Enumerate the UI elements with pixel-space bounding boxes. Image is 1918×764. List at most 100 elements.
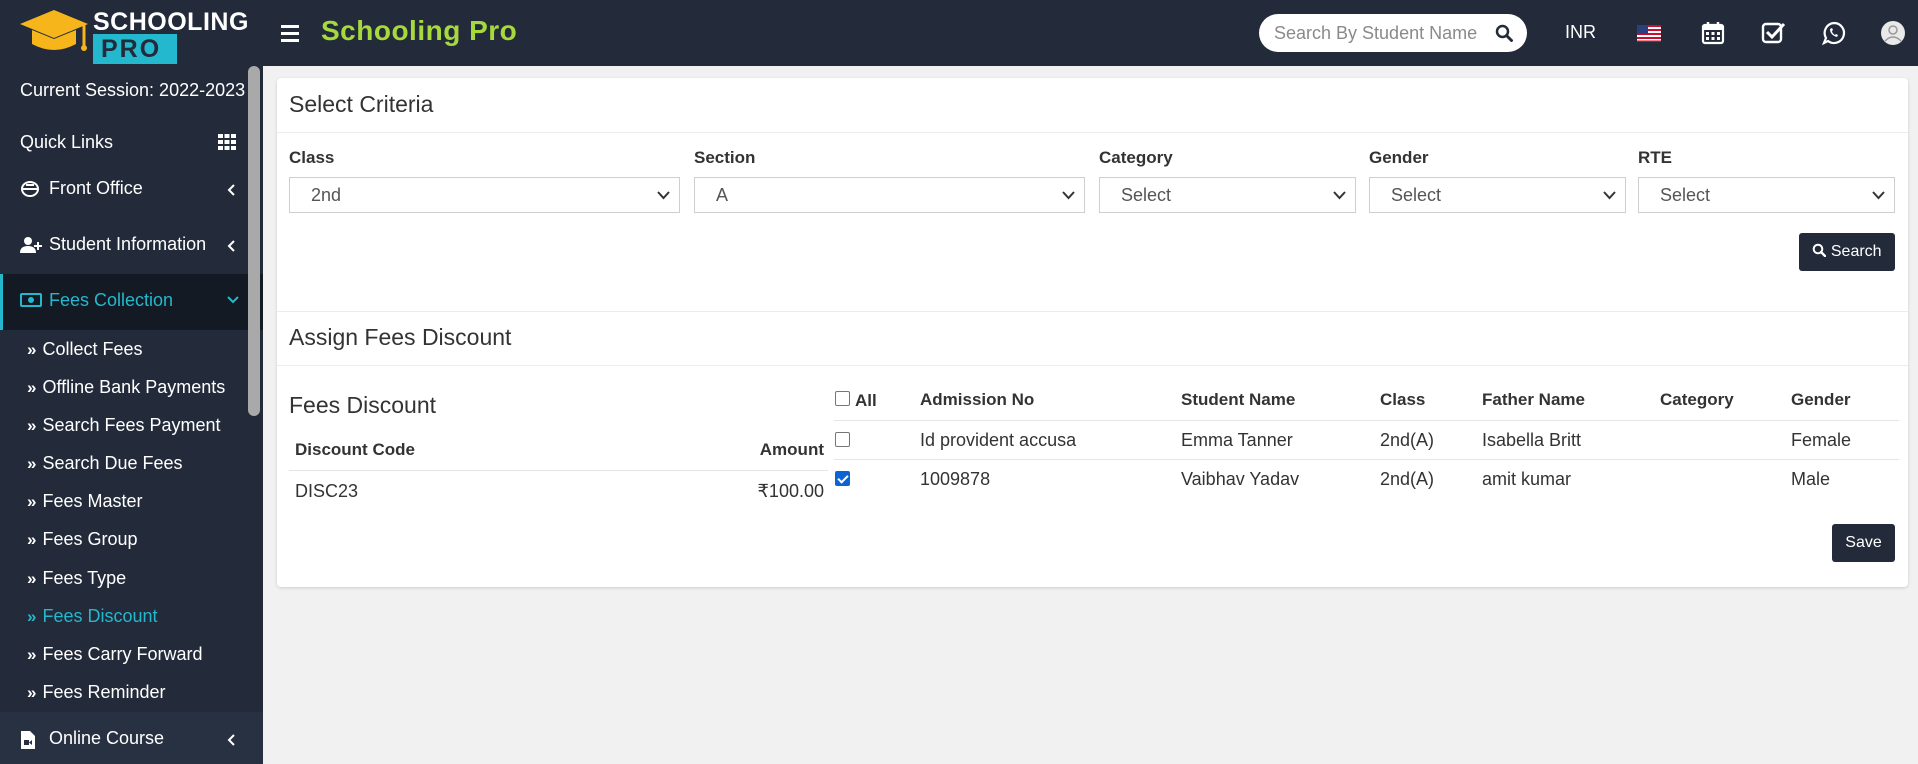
calendar-icon[interactable] [1700, 20, 1726, 46]
double-chevron-icon: » [27, 416, 37, 435]
father-name: amit kumar [1482, 469, 1572, 489]
student-search-input[interactable] [1274, 14, 1484, 52]
student-row-checkbox[interactable] [835, 471, 850, 486]
sidebar-subitem-fees-carry-forward[interactable]: » Fees Carry Forward [27, 644, 203, 665]
student-name: Emma Tanner [1181, 430, 1293, 450]
sidebar: Current Session: 2022-2023 Quick Links F… [0, 66, 263, 764]
section-label: Section [694, 148, 756, 167]
chevron-down-icon [227, 296, 239, 304]
sidebar-subitem-fees-master[interactable]: » Fees Master [27, 491, 143, 512]
grid-icon[interactable] [218, 134, 236, 150]
chevron-down-icon [1333, 191, 1346, 200]
sidebar-subitem-fees-reminder[interactable]: » Fees Reminder [27, 682, 166, 703]
menu-toggle-icon[interactable] [281, 21, 299, 45]
select-all-label: All [855, 391, 877, 410]
double-chevron-icon: » [27, 340, 37, 359]
student-class: 2nd(A) [1380, 430, 1435, 450]
logo-line-1: SCHOOLING [93, 8, 249, 36]
top-navbar: SCHOOLING PRO Schooling Pro INR [0, 0, 1918, 66]
category-label: Category [1099, 148, 1173, 167]
student-name: Vaibhav Yadav [1181, 469, 1300, 489]
user-plus-icon [20, 237, 42, 253]
double-chevron-icon: » [27, 683, 37, 702]
double-chevron-icon: » [27, 569, 37, 588]
sidebar-item-fees-collection[interactable]: Fees Collection [0, 274, 263, 330]
app-title: Schooling Pro [321, 15, 518, 46]
select-criteria-title: Select Criteria [289, 91, 434, 117]
assign-fees-discount-title: Assign Fees Discount [289, 324, 512, 350]
sidebar-item-label: Front Office [49, 178, 143, 198]
chevron-left-icon [227, 240, 235, 252]
sidebar-subitem-fees-group[interactable]: » Fees Group [27, 529, 138, 550]
sidebar-scrollbar[interactable] [248, 66, 260, 416]
double-chevron-icon: » [27, 645, 37, 664]
sidebar-subitem-search-due-fees[interactable]: » Search Due Fees [27, 453, 183, 474]
category-header: Category [1660, 390, 1734, 409]
section-select[interactable]: A [694, 177, 1085, 213]
sidebar-item-front-office[interactable]: Front Office [0, 162, 263, 218]
task-check-icon[interactable] [1760, 20, 1786, 46]
fees-discount-title: Fees Discount [289, 392, 437, 418]
chevron-left-icon [227, 184, 235, 196]
student-row-checkbox[interactable] [835, 432, 850, 447]
user-avatar-icon[interactable] [1880, 20, 1906, 46]
sidebar-item-label: Fees Collection [49, 290, 174, 310]
sidebar-subitem-collect-fees[interactable]: » Collect Fees [27, 339, 143, 360]
discount-code: DISC23 [295, 481, 359, 501]
class-label: Class [289, 148, 335, 167]
sidebar-subitem-search-fees-payment[interactable]: » Search Fees Payment [27, 415, 221, 436]
double-chevron-icon: » [27, 492, 37, 511]
double-chevron-icon: » [27, 530, 37, 549]
gender-header: Gender [1791, 390, 1851, 409]
current-session: Current Session: 2022-2023 [20, 80, 246, 100]
front-office-icon [21, 181, 39, 197]
discount-code-header: Discount Code [295, 440, 415, 459]
sidebar-item-student-information[interactable]: Student Information [0, 218, 263, 274]
double-chevron-icon: » [27, 607, 37, 626]
amount-header: Amount [759, 440, 824, 459]
logo[interactable]: SCHOOLING PRO [18, 6, 248, 64]
student-gender: Female [1791, 430, 1852, 450]
rte-label: RTE [1638, 148, 1672, 167]
father-name: Isabella Britt [1482, 430, 1582, 450]
graduation-cap-icon [20, 10, 88, 51]
quick-links[interactable]: Quick Links [20, 132, 113, 153]
admission-no: 1009878 [920, 469, 991, 489]
chevron-left-icon [227, 734, 235, 746]
logo-line-2: PRO [93, 34, 178, 64]
sidebar-subitem-offline-bank-payments[interactable]: » Offline Bank Payments [27, 377, 225, 398]
double-chevron-icon: » [27, 454, 37, 473]
chevron-down-icon [1062, 191, 1075, 200]
admission-no-header: Admission No [920, 390, 1035, 409]
save-button[interactable]: Save [1832, 524, 1895, 562]
currency-selector[interactable]: INR [1565, 22, 1596, 43]
select-all-checkbox[interactable] [835, 391, 850, 406]
gender-select[interactable]: Select [1369, 177, 1626, 213]
admission-no: Id provident accusa [920, 430, 1077, 450]
student-gender: Male [1791, 469, 1831, 489]
us-flag-icon[interactable] [1637, 25, 1661, 42]
student-class: 2nd(A) [1380, 469, 1435, 489]
class-select[interactable]: 2nd [289, 177, 680, 213]
divider [277, 132, 1908, 133]
whatsapp-icon[interactable] [1821, 20, 1847, 46]
sidebar-subitem-fees-type[interactable]: » Fees Type [27, 568, 126, 589]
father-name-header: Father Name [1482, 390, 1585, 409]
chevron-down-icon [657, 191, 670, 200]
chevron-down-icon [1872, 191, 1885, 200]
sidebar-item-label: Student Information [49, 234, 207, 254]
discount-amount: ₹100.00 [757, 481, 824, 501]
search-icon[interactable] [1495, 24, 1513, 42]
money-icon [20, 293, 42, 307]
chevron-down-icon [1603, 191, 1616, 200]
class-header: Class [1380, 390, 1426, 409]
sidebar-subitem-fees-discount[interactable]: » Fees Discount [27, 606, 158, 627]
divider [277, 365, 1908, 366]
file-video-icon [21, 731, 35, 749]
search-button[interactable]: Search [1799, 233, 1895, 271]
double-chevron-icon: » [27, 378, 37, 397]
sidebar-item-online-course[interactable]: Online Course [0, 712, 263, 764]
rte-select[interactable]: Select [1638, 177, 1895, 213]
category-select[interactable]: Select [1099, 177, 1356, 213]
gender-label: Gender [1369, 148, 1429, 167]
